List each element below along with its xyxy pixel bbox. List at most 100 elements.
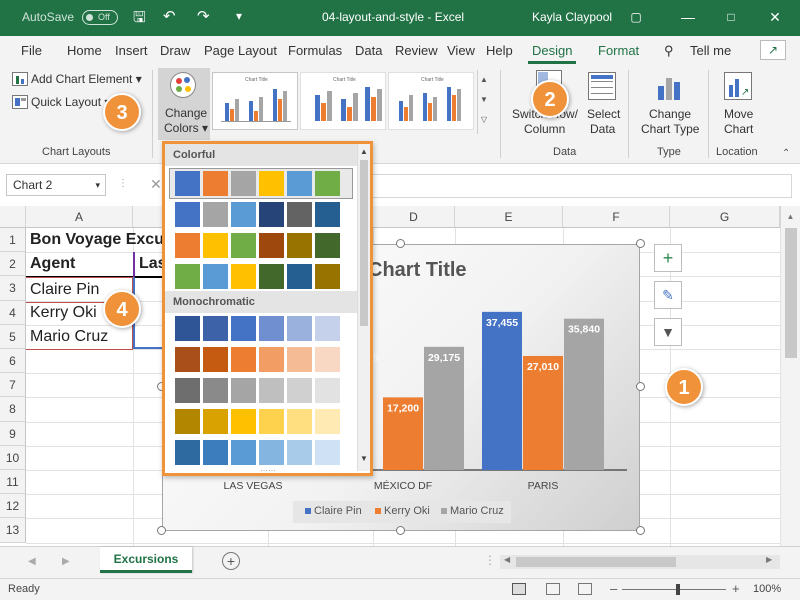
next-sheet-icon[interactable]: ▶ [62, 556, 70, 567]
resize-handle-top[interactable] [396, 239, 405, 248]
monochromatic-palette-3-swatch[interactable] [287, 378, 312, 403]
colorful-palette-1-swatch[interactable] [175, 171, 200, 196]
switch-row-column-label-2[interactable]: Column [524, 122, 565, 136]
page-break-view-icon[interactable] [578, 583, 592, 595]
colorful-palette-4-swatch[interactable] [203, 264, 228, 289]
monochromatic-palette-5-swatch[interactable] [175, 440, 200, 465]
cell-b2[interactable]: Las [133, 252, 163, 278]
scroll-up-icon[interactable]: ▲ [478, 70, 490, 90]
tab-data[interactable]: Data [355, 43, 382, 58]
row-header-10[interactable]: 10 [0, 445, 26, 470]
dropdown-scroll-thumb[interactable] [360, 160, 368, 326]
monochromatic-palette-3-swatch[interactable] [175, 378, 200, 403]
bar-mario-cruz[interactable] [424, 346, 464, 470]
colorful-palette-1-swatch[interactable] [287, 171, 312, 196]
colorful-palette-1-swatch[interactable] [203, 171, 228, 196]
cell-a1[interactable]: Bon Voyage Excu [26, 228, 166, 252]
quick-layout-button[interactable]: Quick Layout ▾ [31, 95, 110, 109]
monochromatic-palette-1-swatch[interactable] [203, 316, 228, 341]
monochromatic-palette-5-swatch[interactable] [231, 440, 256, 465]
collapse-ribbon-icon[interactable]: ⌃ [782, 148, 790, 159]
colorful-palette-3-swatch[interactable] [175, 233, 200, 258]
tab-format[interactable]: Format [598, 43, 639, 58]
monochromatic-palette-4-swatch[interactable] [259, 409, 284, 434]
change-colors-button[interactable]: Change Colors ▾ [158, 68, 210, 140]
resize-handle-bottom[interactable] [396, 526, 405, 535]
colorful-palette-4-swatch[interactable] [315, 264, 340, 289]
move-chart-label-1[interactable]: Move [724, 107, 753, 121]
monochromatic-palette-4-swatch[interactable] [315, 409, 340, 434]
chart-styles-scroll[interactable]: ▲ ▼ ▽ [477, 70, 490, 134]
vertical-scrollbar[interactable]: ▲ [780, 206, 800, 546]
tab-file[interactable]: File [21, 43, 42, 58]
row-header-4[interactable]: 4 [0, 300, 26, 325]
customize-qat-icon[interactable]: ▾ [236, 9, 242, 23]
normal-view-icon[interactable] [512, 583, 526, 595]
move-chart-label-2[interactable]: Chart [724, 122, 753, 136]
row-header-5[interactable]: 5 [0, 324, 26, 349]
monochromatic-palette-4-swatch[interactable] [231, 409, 256, 434]
colorful-palette-3-swatch[interactable] [287, 233, 312, 258]
tab-design[interactable]: Design [527, 43, 577, 64]
dropdown-scrollbar[interactable]: ▲ ▼ [357, 144, 370, 471]
tab-insert[interactable]: Insert [115, 43, 148, 58]
monochromatic-palette-5-swatch[interactable] [287, 440, 312, 465]
monochromatic-palette-2-swatch[interactable] [231, 347, 256, 372]
colorful-palette-1-swatch[interactable] [231, 171, 256, 196]
column-header-e[interactable]: E [455, 206, 563, 228]
monochromatic-palette-3-swatch[interactable] [203, 378, 228, 403]
tab-formulas[interactable]: Formulas [288, 43, 342, 58]
chart-style-2[interactable]: Chart Title [300, 72, 386, 130]
tab-help[interactable]: Help [486, 43, 513, 58]
row-header-2[interactable]: 2 [0, 252, 26, 277]
row-header-12[interactable]: 12 [0, 494, 26, 519]
bar-claire-pin[interactable] [482, 311, 522, 470]
monochromatic-palette-5-swatch[interactable] [315, 440, 340, 465]
scroll-right-icon[interactable]: ▶ [766, 555, 772, 564]
monochromatic-palette-2-swatch[interactable] [175, 347, 200, 372]
monochromatic-palette-2-swatch[interactable] [315, 347, 340, 372]
prev-sheet-icon[interactable]: ◀ [28, 556, 36, 567]
tab-draw[interactable]: Draw [160, 43, 190, 58]
colorful-palette-3-swatch[interactable] [259, 233, 284, 258]
monochromatic-palette-3-swatch[interactable] [259, 378, 284, 403]
chart-styles-brush-icon[interactable]: ✎ [654, 281, 682, 309]
row-header-6[interactable]: 6 [0, 349, 26, 374]
tab-split-icon[interactable]: ⋮ [484, 553, 496, 567]
colorful-palette-2-swatch[interactable] [315, 202, 340, 227]
colorful-palette-1-swatch[interactable] [315, 171, 340, 196]
search-icon[interactable]: ⚲ [664, 43, 674, 59]
colorful-palette-4-swatch[interactable] [259, 264, 284, 289]
autosave-toggle[interactable]: Off [82, 10, 118, 25]
select-data-label-1[interactable]: Select [587, 107, 620, 121]
colorful-palette-3-swatch[interactable] [203, 233, 228, 258]
monochromatic-palette-2-swatch[interactable] [203, 347, 228, 372]
row-header-11[interactable]: 11 [0, 470, 26, 495]
colorful-palette-3-swatch[interactable] [231, 233, 256, 258]
tell-me-search[interactable]: Tell me [690, 43, 731, 58]
tab-view[interactable]: View [447, 43, 475, 58]
row-header-9[interactable]: 9 [0, 421, 26, 446]
colorful-palette-2-swatch[interactable] [259, 202, 284, 227]
save-icon[interactable]: 🖫 [133, 7, 146, 32]
column-header-g[interactable]: G [670, 206, 780, 228]
select-all-corner[interactable] [0, 206, 26, 228]
close-button[interactable]: ✕ [763, 6, 787, 28]
monochromatic-palette-3-swatch[interactable] [231, 378, 256, 403]
scroll-up-arrow-icon[interactable]: ▲ [781, 212, 800, 221]
undo-icon[interactable]: ↶ [163, 7, 176, 25]
row-header-3[interactable]: 3 [0, 276, 26, 301]
resize-handle-bottom-left[interactable] [157, 526, 166, 535]
sheet-tab-excursions[interactable]: Excursions [100, 547, 192, 573]
chart-style-3[interactable]: Chart Title [388, 72, 474, 130]
name-box[interactable]: Chart 2 ▾ [6, 174, 106, 196]
resize-handle-top-right[interactable] [636, 239, 645, 248]
chart-filters-funnel-icon[interactable]: ▼ [654, 318, 682, 346]
share-icon[interactable]: ↗ [760, 40, 786, 60]
more-styles-icon[interactable]: ▽ [478, 110, 490, 130]
chart-elements-plus-icon[interactable]: + [654, 244, 682, 272]
change-chart-type-label-1[interactable]: Change [649, 107, 691, 121]
zoom-level[interactable]: 100% [753, 583, 781, 595]
colorful-palette-2-swatch[interactable] [231, 202, 256, 227]
monochromatic-palette-1-swatch[interactable] [231, 316, 256, 341]
